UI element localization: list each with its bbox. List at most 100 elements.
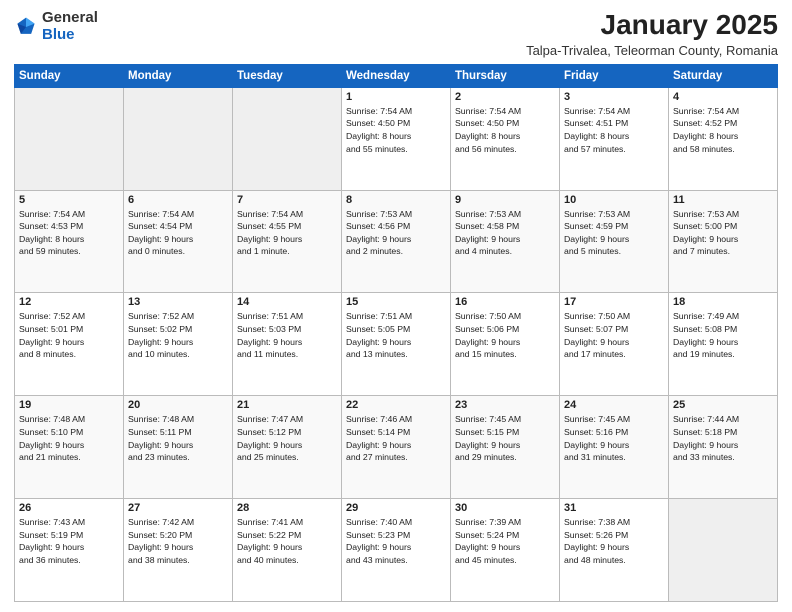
day-info: Sunrise: 7:46 AM Sunset: 5:14 PM Dayligh…	[346, 413, 446, 463]
day-info: Sunrise: 7:53 AM Sunset: 4:56 PM Dayligh…	[346, 208, 446, 258]
calendar-cell: 31 Sunrise: 7:38 AM Sunset: 5:26 PM Dayli…	[560, 499, 669, 602]
calendar-cell: 20Sunrise: 7:48 AM Sunset: 5:11 PM Dayli…	[124, 396, 233, 499]
calendar-cell: 1 Sunrise: 7:54 AM Sunset: 4:50 PM Daylig…	[342, 87, 451, 190]
calendar-cell: 28Sunrise: 7:41 AM Sunset: 5:22 PM Dayli…	[233, 499, 342, 602]
day-info: Sunrise: 7:48 AM Sunset: 5:10 PM Dayligh…	[19, 413, 119, 463]
page: General Blue January 2025 Talpa-Trivalea…	[0, 0, 792, 612]
calendar-cell: 7Sunrise: 7:54 AM Sunset: 4:55 PM Daylig…	[233, 190, 342, 293]
weekday-header-thursday: Thursday	[451, 64, 560, 87]
day-number: 12	[19, 296, 119, 308]
calendar-cell: 15 Sunrise: 7:51 AM Sunset: 5:05 PM Dayli…	[342, 293, 451, 396]
day-info: Sunrise: 7:51 AM Sunset: 5:05 PM Dayligh…	[346, 310, 446, 360]
weekday-header-friday: Friday	[560, 64, 669, 87]
day-number: 30	[455, 502, 555, 514]
day-number: 16	[455, 296, 555, 308]
day-number: 14	[237, 296, 337, 308]
calendar-cell: 14 Sunrise: 7:51 AM Sunset: 5:03 PM Dayli…	[233, 293, 342, 396]
calendar-cell: 8 Sunrise: 7:53 AM Sunset: 4:56 PM Daylig…	[342, 190, 451, 293]
day-info: Sunrise: 7:48 AM Sunset: 5:11 PM Dayligh…	[128, 413, 228, 463]
logo: General Blue	[14, 10, 98, 43]
logo-text: General Blue	[42, 10, 98, 43]
logo-blue-text: Blue	[42, 26, 75, 43]
calendar-cell: 22 Sunrise: 7:46 AM Sunset: 5:14 PM Dayli…	[342, 396, 451, 499]
calendar-cell: 27 Sunrise: 7:42 AM Sunset: 5:20 PM Dayli…	[124, 499, 233, 602]
day-info: Sunrise: 7:52 AM Sunset: 5:02 PM Dayligh…	[128, 310, 228, 360]
day-number: 26	[19, 502, 119, 514]
day-number: 15	[346, 296, 446, 308]
weekday-header-tuesday: Tuesday	[233, 64, 342, 87]
day-info: Sunrise: 7:54 AM Sunset: 4:52 PM Dayligh…	[673, 105, 773, 155]
calendar-cell: 9 Sunrise: 7:53 AM Sunset: 4:58 PM Daylig…	[451, 190, 560, 293]
day-number: 5	[19, 194, 119, 206]
calendar-cell: 11 Sunrise: 7:53 AM Sunset: 5:00 PM Dayli…	[669, 190, 778, 293]
day-number: 3	[564, 91, 664, 103]
day-info: Sunrise: 7:42 AM Sunset: 5:20 PM Dayligh…	[128, 516, 228, 566]
day-info: Sunrise: 7:54 AM Sunset: 4:50 PM Dayligh…	[346, 105, 446, 155]
day-number: 21	[237, 399, 337, 411]
calendar-cell: 24Sunrise: 7:45 AM Sunset: 5:16 PM Dayli…	[560, 396, 669, 499]
day-number: 7	[237, 194, 337, 206]
day-number: 4	[673, 91, 773, 103]
day-info: Sunrise: 7:53 AM Sunset: 4:59 PM Dayligh…	[564, 208, 664, 258]
weekday-header-sunday: Sunday	[15, 64, 124, 87]
day-info: Sunrise: 7:39 AM Sunset: 5:24 PM Dayligh…	[455, 516, 555, 566]
day-number: 18	[673, 296, 773, 308]
day-number: 19	[19, 399, 119, 411]
day-info: Sunrise: 7:53 AM Sunset: 4:58 PM Dayligh…	[455, 208, 555, 258]
calendar-cell: 30 Sunrise: 7:39 AM Sunset: 5:24 PM Dayli…	[451, 499, 560, 602]
week-row-5: 26 Sunrise: 7:43 AM Sunset: 5:19 PM Dayli…	[15, 499, 778, 602]
day-info: Sunrise: 7:54 AM Sunset: 4:53 PM Dayligh…	[19, 208, 119, 258]
day-number: 8	[346, 194, 446, 206]
weekday-header-saturday: Saturday	[669, 64, 778, 87]
day-number: 2	[455, 91, 555, 103]
calendar-cell: 5 Sunrise: 7:54 AM Sunset: 4:53 PM Daylig…	[15, 190, 124, 293]
calendar-cell: 26 Sunrise: 7:43 AM Sunset: 5:19 PM Dayli…	[15, 499, 124, 602]
day-number: 11	[673, 194, 773, 206]
weekday-header-monday: Monday	[124, 64, 233, 87]
week-row-1: 1 Sunrise: 7:54 AM Sunset: 4:50 PM Daylig…	[15, 87, 778, 190]
calendar-title: January 2025	[526, 10, 778, 41]
calendar-cell: 17Sunrise: 7:50 AM Sunset: 5:07 PM Dayli…	[560, 293, 669, 396]
calendar-cell	[669, 499, 778, 602]
logo-general-text: General	[42, 9, 98, 26]
day-number: 22	[346, 399, 446, 411]
calendar-cell	[124, 87, 233, 190]
calendar-cell	[233, 87, 342, 190]
calendar-cell: 21 Sunrise: 7:47 AM Sunset: 5:12 PM Dayli…	[233, 396, 342, 499]
day-number: 27	[128, 502, 228, 514]
day-info: Sunrise: 7:41 AM Sunset: 5:22 PM Dayligh…	[237, 516, 337, 566]
day-info: Sunrise: 7:47 AM Sunset: 5:12 PM Dayligh…	[237, 413, 337, 463]
week-row-4: 19 Sunrise: 7:48 AM Sunset: 5:10 PM Dayli…	[15, 396, 778, 499]
week-row-3: 12 Sunrise: 7:52 AM Sunset: 5:01 PM Dayli…	[15, 293, 778, 396]
day-info: Sunrise: 7:54 AM Sunset: 4:54 PM Dayligh…	[128, 208, 228, 258]
calendar-cell: 10Sunrise: 7:53 AM Sunset: 4:59 PM Dayli…	[560, 190, 669, 293]
day-info: Sunrise: 7:38 AM Sunset: 5:26 PM Dayligh…	[564, 516, 664, 566]
day-info: Sunrise: 7:52 AM Sunset: 5:01 PM Dayligh…	[19, 310, 119, 360]
day-number: 23	[455, 399, 555, 411]
calendar-cell	[15, 87, 124, 190]
calendar-location: Talpa-Trivalea, Teleorman County, Romani…	[526, 43, 778, 58]
day-info: Sunrise: 7:51 AM Sunset: 5:03 PM Dayligh…	[237, 310, 337, 360]
day-info: Sunrise: 7:43 AM Sunset: 5:19 PM Dayligh…	[19, 516, 119, 566]
day-info: Sunrise: 7:45 AM Sunset: 5:15 PM Dayligh…	[455, 413, 555, 463]
day-number: 31	[564, 502, 664, 514]
title-block: January 2025 Talpa-Trivalea, Teleorman C…	[526, 10, 778, 58]
logo-icon	[14, 15, 38, 39]
day-info: Sunrise: 7:49 AM Sunset: 5:08 PM Dayligh…	[673, 310, 773, 360]
calendar-table: SundayMondayTuesdayWednesdayThursdayFrid…	[14, 64, 778, 602]
calendar-cell: 19 Sunrise: 7:48 AM Sunset: 5:10 PM Dayli…	[15, 396, 124, 499]
calendar-cell: 2Sunrise: 7:54 AM Sunset: 4:50 PM Daylig…	[451, 87, 560, 190]
calendar-cell: 3Sunrise: 7:54 AM Sunset: 4:51 PM Daylig…	[560, 87, 669, 190]
day-number: 1	[346, 91, 446, 103]
calendar-cell: 16 Sunrise: 7:50 AM Sunset: 5:06 PM Dayli…	[451, 293, 560, 396]
day-info: Sunrise: 7:53 AM Sunset: 5:00 PM Dayligh…	[673, 208, 773, 258]
weekday-header-wednesday: Wednesday	[342, 64, 451, 87]
day-number: 29	[346, 502, 446, 514]
day-info: Sunrise: 7:40 AM Sunset: 5:23 PM Dayligh…	[346, 516, 446, 566]
calendar-cell: 6Sunrise: 7:54 AM Sunset: 4:54 PM Daylig…	[124, 190, 233, 293]
header: General Blue January 2025 Talpa-Trivalea…	[14, 10, 778, 58]
calendar-cell: 13Sunrise: 7:52 AM Sunset: 5:02 PM Dayli…	[124, 293, 233, 396]
day-number: 9	[455, 194, 555, 206]
day-info: Sunrise: 7:50 AM Sunset: 5:06 PM Dayligh…	[455, 310, 555, 360]
calendar-cell: 29 Sunrise: 7:40 AM Sunset: 5:23 PM Dayli…	[342, 499, 451, 602]
